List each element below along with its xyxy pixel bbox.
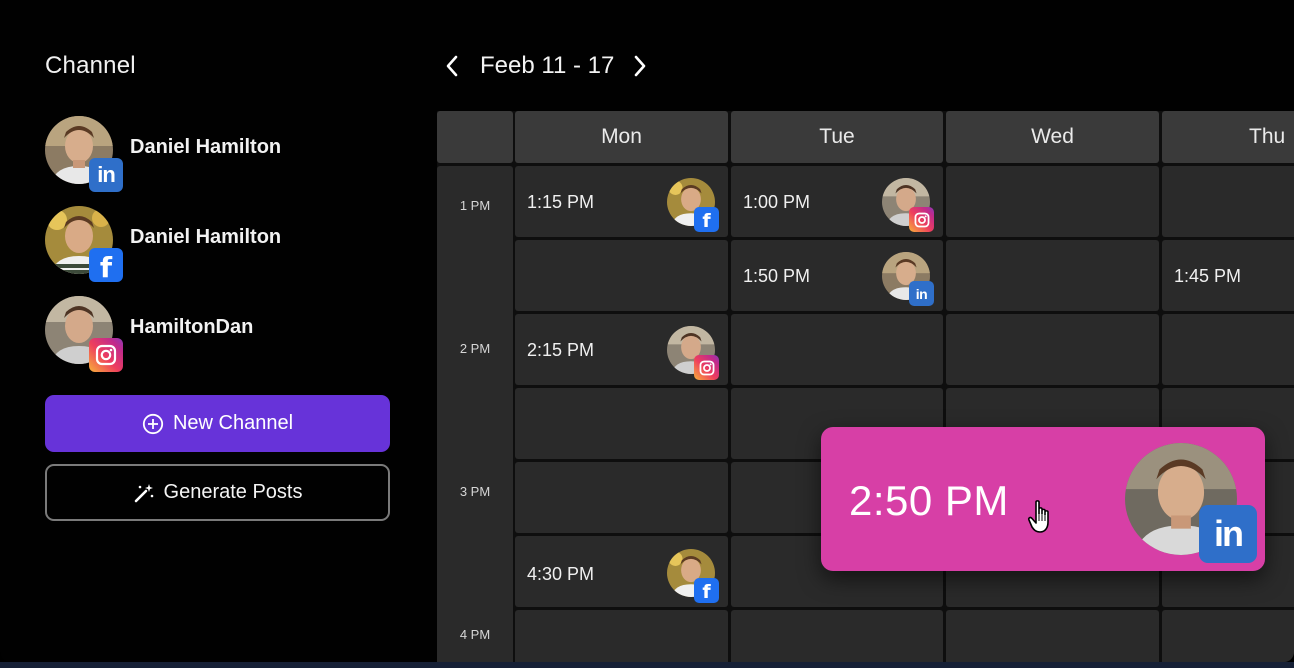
calendar-slot[interactable] <box>515 462 728 533</box>
linkedin-icon: in <box>89 158 123 192</box>
post-time: 1:00 PM <box>743 192 811 212</box>
channel-item-linkedin[interactable]: in Daniel Hamilton <box>45 110 375 192</box>
new-channel-label: New Channel <box>172 412 294 434</box>
post-avatar <box>882 178 934 232</box>
day-header-mon: Mon <box>515 111 728 163</box>
hand-cursor-icon <box>1027 499 1057 535</box>
calendar-slot[interactable] <box>1162 166 1294 237</box>
calendar-slot[interactable] <box>731 314 943 385</box>
channel-name: HamiltonDan <box>130 315 254 338</box>
chevron-left-icon[interactable] <box>440 48 464 84</box>
day-header-thu: Thu <box>1162 111 1294 163</box>
post-avatar: f <box>667 549 719 603</box>
time-column: 1 PM 2 PM 3 PM 4 PM <box>437 166 513 662</box>
calendar-slot[interactable]: 1:50 PM in <box>731 240 943 311</box>
generate-posts-button[interactable]: Generate Posts <box>45 464 390 521</box>
post-avatar: in <box>1125 443 1257 563</box>
day-header-tue: Tue <box>731 111 943 163</box>
time-label: 4 PM <box>459 627 491 642</box>
channel-name: Daniel Hamilton <box>130 225 282 248</box>
instagram-icon <box>909 207 934 232</box>
post-avatar: in <box>882 252 934 306</box>
post-time: 4:30 PM <box>527 564 595 584</box>
calendar-slot[interactable]: 2:15 PM <box>515 314 728 385</box>
facebook-icon: f <box>694 207 719 232</box>
calendar-slot[interactable] <box>946 314 1159 385</box>
calendar-slot[interactable] <box>946 166 1159 237</box>
instagram-icon <box>89 338 123 372</box>
calendar-slot[interactable] <box>731 610 943 662</box>
calendar-slot[interactable]: 1:45 PM <box>1162 240 1294 311</box>
calendar-slot[interactable] <box>515 240 728 311</box>
calendar-slot[interactable] <box>1162 610 1294 662</box>
generate-posts-label: Generate Posts <box>163 481 303 503</box>
calendar-slot[interactable]: 4:30 PM f <box>515 536 728 607</box>
new-channel-button[interactable]: New Channel <box>45 395 390 452</box>
calendar-slot[interactable] <box>1162 314 1294 385</box>
facebook-icon: f <box>694 578 719 603</box>
calendar-grid: Mon Tue Wed Thu 1 PM 2 PM 3 PM 4 PM 1:15… <box>437 111 1294 662</box>
post-time: 2:15 PM <box>527 340 595 360</box>
post-avatar: f <box>667 178 719 232</box>
facebook-icon: f <box>89 248 123 284</box>
post-time: 1:50 PM <box>743 266 811 286</box>
magic-wand-icon <box>133 482 155 504</box>
time-label: 2 PM <box>459 341 491 356</box>
time-label: 1 PM <box>459 198 491 213</box>
bottom-edge <box>0 662 1294 668</box>
calendar-slot[interactable]: 1:15 PM f <box>515 166 728 237</box>
calendar-slot[interactable] <box>946 610 1159 662</box>
calendar-slot[interactable]: 1:00 PM <box>731 166 943 237</box>
day-header-wed: Wed <box>946 111 1159 163</box>
post-avatar <box>667 326 719 380</box>
plus-circle-icon <box>142 413 164 435</box>
chevron-right-icon[interactable] <box>628 48 652 84</box>
linkedin-icon: in <box>909 281 934 306</box>
calendar-slot[interactable] <box>515 610 728 662</box>
time-label: 3 PM <box>459 484 491 499</box>
week-navigation: Feeb 11 - 17 <box>440 48 652 84</box>
channel-name: Daniel Hamilton <box>130 135 282 158</box>
channel-item-facebook[interactable]: f Daniel Hamilton <box>45 200 375 284</box>
post-time: 1:15 PM <box>527 192 595 212</box>
app-window: Channel in Daniel Hamilton f Daniel Hami… <box>0 0 1294 662</box>
calendar-corner <box>437 111 513 163</box>
sidebar-title: Channel <box>45 52 136 79</box>
calendar-slot[interactable] <box>515 388 728 459</box>
post-time: 1:45 PM <box>1174 266 1242 286</box>
dragging-post-time: 2:50 PM <box>849 477 1009 524</box>
linkedin-icon: in <box>1199 505 1257 563</box>
week-label: Feeb 11 - 17 <box>480 52 615 79</box>
instagram-icon <box>694 355 719 380</box>
calendar-slot[interactable] <box>946 240 1159 311</box>
channel-item-instagram[interactable]: HamiltonDan <box>45 290 375 372</box>
